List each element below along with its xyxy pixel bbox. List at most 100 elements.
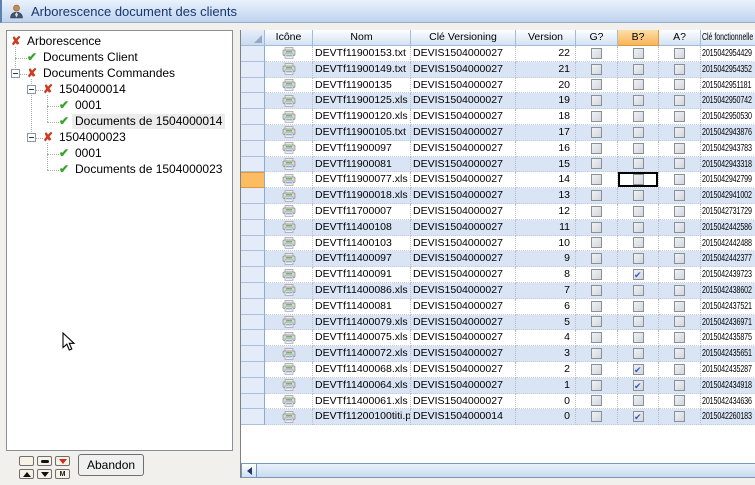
checkbox-cell-a[interactable] xyxy=(659,378,701,394)
checkbox-cell-a[interactable] xyxy=(659,394,701,410)
g-checkbox[interactable] xyxy=(591,222,602,233)
cell-nom[interactable]: DEVTf11400091 xyxy=(313,267,411,283)
row-selector[interactable] xyxy=(241,46,265,62)
checkbox-cell-b[interactable] xyxy=(618,251,659,267)
a-checkbox[interactable] xyxy=(674,174,685,185)
checkbox-cell-g[interactable] xyxy=(576,62,618,78)
tree-item-1504000023[interactable]: ✘1504000023 xyxy=(7,130,232,146)
checkbox-cell-a[interactable] xyxy=(659,346,701,362)
cell-icone[interactable] xyxy=(265,315,313,331)
cell-cle-fonctionnelle[interactable]: 2015042950742 xyxy=(701,93,755,109)
checkbox-cell-a[interactable] xyxy=(659,267,701,283)
cell-cle-versioning[interactable]: DEVIS1504000027 xyxy=(411,141,516,157)
checkbox-cell-g[interactable] xyxy=(576,251,618,267)
nav-current-record-button[interactable] xyxy=(37,456,52,466)
a-checkbox[interactable] xyxy=(674,269,685,280)
cell-cle-versioning[interactable]: DEVIS1504000014 xyxy=(411,409,516,425)
cell-icone[interactable] xyxy=(265,346,313,362)
select-all-header[interactable] xyxy=(241,30,265,46)
checkbox-cell-b[interactable] xyxy=(618,409,659,425)
cell-cle-versioning[interactable]: DEVIS1504000027 xyxy=(411,236,516,252)
cell-icone[interactable] xyxy=(265,109,313,125)
checkbox-cell-g[interactable] xyxy=(576,362,618,378)
row-selector[interactable] xyxy=(241,330,265,346)
g-checkbox[interactable] xyxy=(591,285,602,296)
cell-cle-versioning[interactable]: DEVIS1504000027 xyxy=(411,346,516,362)
b-checkbox[interactable] xyxy=(633,395,644,406)
checkbox-cell-a[interactable] xyxy=(659,141,701,157)
cell-cle-versioning[interactable]: DEVIS1504000027 xyxy=(411,125,516,141)
b-checkbox[interactable] xyxy=(633,64,644,75)
checkbox-cell-b[interactable] xyxy=(618,315,659,331)
cell-version[interactable]: 18 xyxy=(516,109,576,125)
checkbox-cell-b[interactable] xyxy=(618,394,659,410)
cell-cle-fonctionnelle[interactable]: 2015042435875 xyxy=(701,330,755,346)
cell-cle-versioning[interactable]: DEVIS1504000027 xyxy=(411,46,516,62)
cell-cle-fonctionnelle[interactable]: 2015042951181 xyxy=(701,78,755,94)
cell-cle-fonctionnelle[interactable]: 2015042442488 xyxy=(701,236,755,252)
cell-cle-versioning[interactable]: DEVIS1504000027 xyxy=(411,251,516,267)
tree-item-documents-commandes[interactable]: ✘Documents Commandes xyxy=(7,66,232,82)
column-header-cle-fonctionnelle[interactable]: Clé fonctionnelle xyxy=(701,30,755,46)
a-checkbox[interactable] xyxy=(674,127,685,138)
g-checkbox[interactable] xyxy=(591,174,602,185)
g-checkbox[interactable] xyxy=(591,332,602,343)
cell-version[interactable]: 9 xyxy=(516,251,576,267)
g-checkbox[interactable] xyxy=(591,380,602,391)
cell-icone[interactable] xyxy=(265,362,313,378)
cell-version[interactable]: 0 xyxy=(516,394,576,410)
b-checkbox[interactable] xyxy=(633,301,644,312)
nav-red-down-button[interactable] xyxy=(55,456,70,466)
a-checkbox[interactable] xyxy=(674,95,685,106)
cell-nom[interactable]: DEVTf11200100titi.pdf xyxy=(313,409,411,425)
column-header-b[interactable]: B? xyxy=(618,30,659,46)
cell-version[interactable]: 21 xyxy=(516,62,576,78)
checkbox-cell-b[interactable] xyxy=(618,378,659,394)
checkbox-cell-g[interactable] xyxy=(576,267,618,283)
b-checkbox[interactable] xyxy=(633,95,644,106)
checkbox-cell-a[interactable] xyxy=(659,62,701,78)
checkbox-cell-g[interactable] xyxy=(576,315,618,331)
row-selector[interactable] xyxy=(241,346,265,362)
row-selector[interactable] xyxy=(241,93,265,109)
column-header-icone[interactable]: Icône xyxy=(265,30,313,46)
a-checkbox[interactable] xyxy=(674,253,685,264)
column-header-g[interactable]: G? xyxy=(576,30,618,46)
g-checkbox[interactable] xyxy=(591,127,602,138)
nav-blank-button[interactable] xyxy=(19,456,34,466)
cell-cle-versioning[interactable]: DEVIS1504000027 xyxy=(411,315,516,331)
cell-icone[interactable] xyxy=(265,409,313,425)
scroll-left-button[interactable] xyxy=(242,464,257,477)
a-checkbox[interactable] xyxy=(674,285,685,296)
checkbox-cell-g[interactable] xyxy=(576,409,618,425)
b-checkbox[interactable] xyxy=(633,364,644,375)
row-selector[interactable] xyxy=(241,78,265,94)
checkbox-cell-a[interactable] xyxy=(659,283,701,299)
a-checkbox[interactable] xyxy=(674,395,685,406)
cell-version[interactable]: 5 xyxy=(516,315,576,331)
checkbox-cell-g[interactable] xyxy=(576,283,618,299)
checkbox-cell-g[interactable] xyxy=(576,109,618,125)
checkbox-cell-g[interactable] xyxy=(576,378,618,394)
g-checkbox[interactable] xyxy=(591,301,602,312)
row-selector[interactable] xyxy=(241,362,265,378)
a-checkbox[interactable] xyxy=(674,364,685,375)
checkbox-cell-b[interactable] xyxy=(618,141,659,157)
checkbox-cell-g[interactable] xyxy=(576,220,618,236)
b-checkbox[interactable] xyxy=(633,237,644,248)
cell-cle-versioning[interactable]: DEVIS1504000027 xyxy=(411,362,516,378)
checkbox-cell-a[interactable] xyxy=(659,188,701,204)
checkbox-cell-b[interactable] xyxy=(618,125,659,141)
checkbox-cell-a[interactable] xyxy=(659,125,701,141)
checkbox-cell-b[interactable] xyxy=(618,346,659,362)
g-checkbox[interactable] xyxy=(591,253,602,264)
cell-cle-fonctionnelle[interactable]: 2015042260183 xyxy=(701,409,755,425)
collapse-minus-icon[interactable] xyxy=(11,69,20,78)
checkbox-cell-g[interactable] xyxy=(576,141,618,157)
cell-icone[interactable] xyxy=(265,141,313,157)
g-checkbox[interactable] xyxy=(591,348,602,359)
row-selector[interactable] xyxy=(241,157,265,173)
a-checkbox[interactable] xyxy=(674,143,685,154)
g-checkbox[interactable] xyxy=(591,111,602,122)
row-selector[interactable] xyxy=(241,188,265,204)
